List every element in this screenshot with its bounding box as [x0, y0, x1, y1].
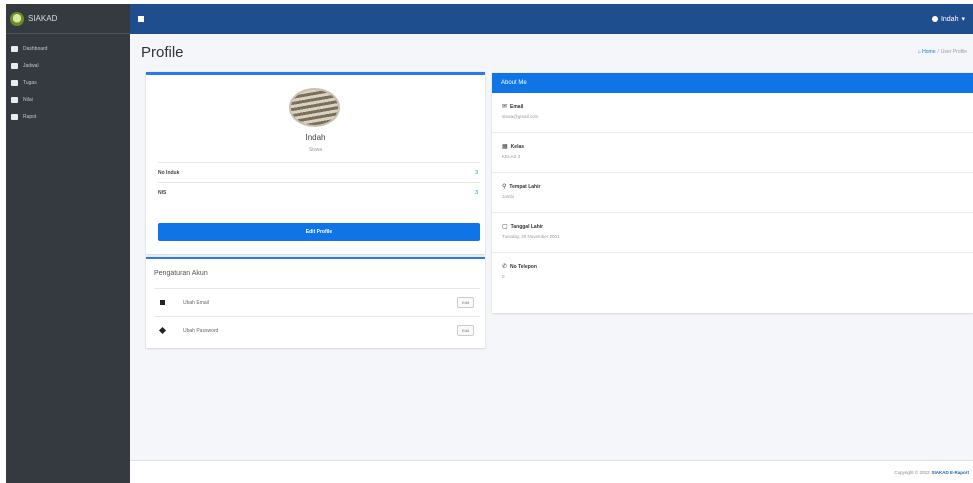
tasks-icon	[11, 79, 18, 86]
about-label: Tanggal Lahir	[510, 223, 544, 230]
about-item-email: ✉ Email siswa@gmail.com	[492, 93, 973, 133]
info-label: NIS	[158, 189, 167, 196]
about-value: siswa@gmail.com	[502, 114, 539, 119]
content-header: Profile ⌂ Home / User Profile	[130, 34, 973, 70]
footer-brand-link[interactable]: SIAKAD E-Raport	[931, 470, 969, 475]
menu-toggle-icon[interactable]	[138, 16, 144, 22]
book-icon	[11, 96, 18, 103]
sidebar-item-nilai[interactable]: Nilai	[6, 91, 130, 108]
breadcrumb-separator: /	[937, 49, 939, 55]
settings-title: Pengaturan Akun	[154, 270, 208, 277]
about-me-card: About Me ✉ Email siswa@gmail.com ▦ Kelas K…	[492, 73, 973, 313]
profile-name: Indah	[305, 133, 326, 142]
brand-title: SIAKAD	[28, 14, 58, 23]
about-label: No Telepon	[510, 263, 537, 270]
key-icon	[158, 326, 167, 335]
edit-email-button[interactable]: Edit	[457, 297, 474, 308]
envelope-icon: ✉	[502, 104, 508, 110]
sidebar-item-label: Rapot	[23, 113, 37, 120]
app-frame: SIAKAD Dashboard Jadwal Tugas Nilai Rapo…	[6, 4, 973, 483]
grid-icon: ▦	[502, 144, 508, 150]
settings-row-password: Ubah Password Edit	[154, 316, 480, 344]
sidebar-item-tugas[interactable]: Tugas	[6, 74, 130, 91]
breadcrumb-current: User Profile	[940, 49, 967, 55]
profile-role: Siswa	[308, 147, 323, 153]
about-value: Tuesday, 20 November 2001	[502, 234, 560, 239]
sidebar-item-label: Nilai	[23, 96, 33, 103]
info-row-nis: NIS 3	[158, 182, 480, 202]
about-item-no-telepon: ✆ No Telepon 0	[492, 253, 973, 293]
user-menu[interactable]: Indah ▾	[931, 15, 965, 23]
footer: Copyright © 2022 SIAKAD E-Raport	[130, 460, 973, 483]
about-label: Tempat Lahir	[509, 183, 541, 190]
profile-card: Indah Siswa No Induk 3 NIS 3 Edit Profil…	[146, 72, 485, 254]
breadcrumb: ⌂ Home / User Profile	[918, 49, 967, 55]
report-icon	[11, 113, 18, 120]
about-label: Email	[510, 103, 524, 110]
caret-down-icon: ▾	[961, 16, 965, 23]
about-item-kelas: ▦ Kelas KELAS 3	[492, 133, 973, 173]
settings-label: Ubah Email	[183, 299, 209, 306]
sidebar-nav: Dashboard Jadwal Tugas Nilai Rapot	[6, 34, 130, 125]
calendar-icon: ▢	[502, 224, 508, 230]
calendar-icon	[11, 62, 18, 69]
home-icon	[11, 45, 18, 52]
info-label: No Induk	[158, 169, 180, 176]
sidebar-item-label: Tugas	[23, 79, 37, 86]
sidebar-item-label: Dashboard	[23, 45, 48, 52]
footer-copyright: Copyright © 2022	[894, 469, 930, 475]
sidebar: SIAKAD Dashboard Jadwal Tugas Nilai Rapo…	[6, 4, 130, 483]
about-item-tanggal-lahir: ▢ Tanggal Lahir Tuesday, 20 November 2001	[492, 213, 973, 253]
sidebar-item-rapot[interactable]: Rapot	[6, 108, 130, 125]
settings-label: Ubah Password	[183, 327, 219, 334]
sidebar-item-label: Jadwal	[23, 62, 39, 69]
about-label: Kelas	[510, 143, 525, 150]
phone-icon: ✆	[502, 264, 508, 270]
info-row-no-induk: No Induk 3	[158, 162, 480, 182]
about-value: KELAS 3	[502, 154, 521, 159]
sidebar-item-jadwal[interactable]: Jadwal	[6, 57, 130, 74]
avatar	[289, 88, 340, 127]
school-logo-icon	[10, 11, 24, 26]
about-value: Jambi	[502, 194, 515, 199]
info-value: 3	[475, 169, 478, 176]
map-marker-icon: ⚲	[502, 184, 507, 190]
breadcrumb-home[interactable]: ⌂ Home	[918, 49, 936, 55]
info-value: 3	[475, 189, 478, 196]
about-value: 0	[502, 274, 505, 279]
top-navbar: Indah ▾	[130, 4, 973, 34]
brand[interactable]: SIAKAD	[6, 4, 130, 34]
account-settings-card: Pengaturan Akun Ubah Email Edit Ubah Pas…	[146, 257, 485, 348]
envelope-icon	[160, 300, 165, 305]
user-name: Indah	[940, 15, 959, 23]
about-title: About Me	[492, 73, 973, 93]
user-icon	[931, 16, 938, 22]
edit-profile-button[interactable]: Edit Profile	[158, 223, 480, 241]
about-item-tempat-lahir: ⚲ Tempat Lahir Jambi	[492, 173, 973, 213]
settings-row-email: Ubah Email Edit	[154, 288, 480, 316]
edit-password-button[interactable]: Edit	[457, 325, 474, 336]
sidebar-item-dashboard[interactable]: Dashboard	[6, 40, 130, 57]
page-title: Profile	[141, 43, 184, 61]
